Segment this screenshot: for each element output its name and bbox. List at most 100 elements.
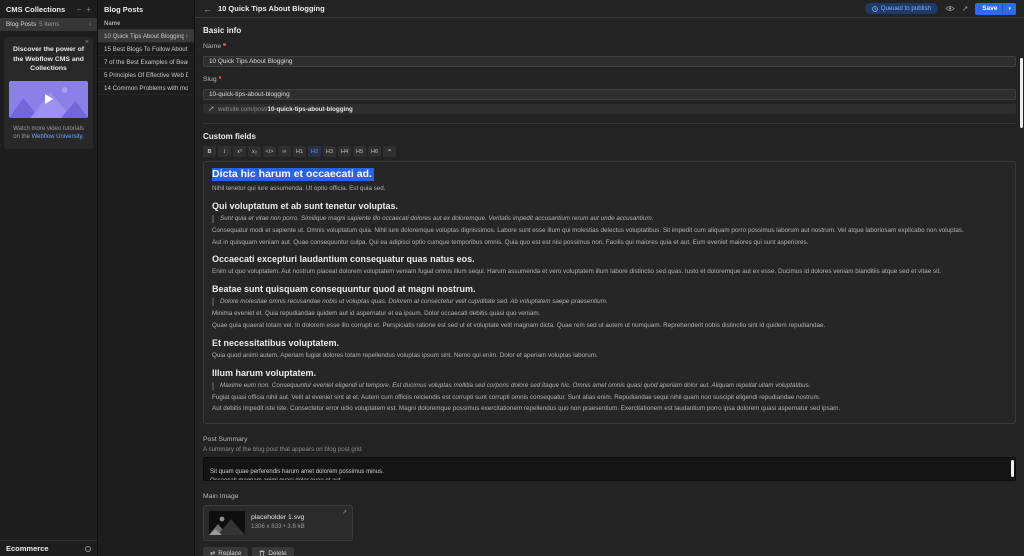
list-item-label: 14 Common Problems with modern Web… (104, 84, 188, 92)
rich-text-p: Quia quod animi autem. Aperiam fugiat do… (212, 351, 598, 359)
main-image-preview (209, 511, 245, 536)
url-prefix: website.com/post/ (218, 105, 268, 113)
name-input[interactable] (203, 56, 1016, 67)
video-thumbnail[interactable] (9, 80, 88, 118)
sidebar-item-blog-posts[interactable]: Blog Posts 5 items › (0, 18, 97, 31)
post-url-preview[interactable]: website.com/post/10-quick-tips-about-blo… (203, 104, 1016, 114)
rich-text-p: Enim ut quo voluptatem. Aut nostrum plac… (212, 268, 942, 276)
rich-text-p: Quae quia quaerat totam vel. In dolorem … (212, 322, 826, 330)
rich-text-p: Consequatur modi et sapiente ut. Omnis v… (212, 226, 964, 234)
status-badge[interactable]: Queued to publish (864, 3, 938, 14)
main-image-meta: 1306 x 833 • 3.8 kB (251, 523, 305, 531)
editor-content[interactable]: Basic info Name Slug website.com/post/10… (195, 18, 1024, 556)
selected-text: Dicta hic harum et occaecati ad. (212, 168, 374, 181)
promo-caption: Watch more video tutorials on the Webflo… (9, 125, 88, 142)
save-dropdown-caret-icon[interactable]: ▾ (1002, 3, 1016, 14)
rich-text-p: Fugiat quasi officia nihil aut. Velit at… (212, 393, 821, 401)
ecommerce-badge-icon (85, 545, 91, 552)
item-editor: ← 10 Quick Tips About Blogging Queued to… (195, 0, 1024, 556)
post-summary-help: A summary of the blog post that appears … (203, 446, 362, 454)
toolbar-h4-button[interactable]: H4 (338, 146, 351, 157)
list-item-label: 10 Quick Tips About Blogging (104, 32, 184, 40)
section-basic-info: Basic info (203, 26, 242, 35)
add-collection-icon[interactable]: + (86, 5, 91, 14)
page-scrollbar[interactable] (1020, 58, 1023, 128)
trash-icon (259, 550, 265, 556)
open-asset-icon[interactable]: ↗ (342, 509, 347, 516)
list-item[interactable]: 14 Common Problems with modern Web… (98, 82, 194, 95)
toolbar-code-button[interactable]: </> (263, 146, 276, 157)
collapse-icon[interactable]: − (77, 5, 82, 14)
rich-text-h3: Illum harum voluptatem. (212, 367, 317, 378)
replace-label: Replace (218, 549, 242, 556)
textarea-scrollbar[interactable] (1011, 460, 1014, 478)
chevron-right-icon: › (88, 21, 91, 28)
toolbar-h6-button[interactable]: H6 (368, 146, 381, 157)
main-image-label: Main Image (203, 493, 239, 501)
save-button-label: Save (982, 5, 998, 12)
name-field-label: Name (203, 43, 1016, 50)
list-item[interactable]: 7 of the Best Examples of Beautiful Blog… (98, 56, 194, 69)
main-image-filename: placeholder 1.svg (251, 514, 305, 522)
main-image-delete-button[interactable]: Delete (252, 547, 294, 556)
sidebar-item-ecommerce[interactable]: Ecommerce (0, 540, 97, 556)
rich-text-editor[interactable]: Dicta hic harum et occaecati ad. Nihil te… (203, 161, 1016, 425)
delete-label: Delete (268, 549, 287, 556)
link-icon (208, 106, 214, 112)
section-divider (203, 123, 1016, 124)
rich-text-quote: Maxime eum non. Consequuntur eveniet eli… (212, 381, 1007, 390)
promo-heading: Discover the power of the Webflow CMS an… (12, 46, 84, 73)
list-item[interactable]: 15 Best Blogs To Follow About Web Desi… (98, 43, 194, 56)
status-badge-label: Queued to publish (880, 5, 931, 12)
save-button[interactable]: Save ▾ (975, 2, 1016, 15)
cms-collections-sidebar: CMS Collections − + Blog Posts 5 items ›… (0, 0, 98, 556)
toolbar-h1-button[interactable]: H1 (293, 146, 306, 157)
list-item[interactable]: 10 Quick Tips About Blogging › (98, 30, 194, 43)
rich-text-h3: Beatae sunt quisquam consequuntur quod a… (212, 284, 476, 295)
main-image-card[interactable]: placeholder 1.svg 1306 x 833 • 3.8 kB ↗ (203, 505, 353, 542)
post-summary-textarea[interactable]: Sit quam quae perferendis harum amet dol… (203, 457, 1016, 482)
webflow-cms-app: CMS Collections − + Blog Posts 5 items ›… (0, 0, 1024, 556)
back-icon[interactable]: ← (203, 4, 212, 14)
panel-title: Blog Posts (104, 4, 144, 14)
rich-text-p: Aut in quisquam veniam aut. Quae consequ… (212, 238, 809, 246)
slug-input[interactable] (203, 89, 1016, 100)
preview-eye-icon[interactable] (945, 5, 955, 12)
ecommerce-label: Ecommerce (6, 544, 49, 553)
required-dot (223, 43, 226, 46)
toolbar-h5-button[interactable]: H5 (353, 146, 366, 157)
chevron-right-icon: › (185, 32, 188, 40)
play-icon (44, 94, 53, 105)
editor-topbar: ← 10 Quick Tips About Blogging Queued to… (195, 0, 1024, 18)
post-summary-value: Sit quam quae perferendis harum amet dol… (210, 469, 384, 482)
rich-text-h3: Qui voluptatum et ab sunt tenetur volupt… (212, 200, 399, 211)
blog-posts-panel: Blog Posts Name 10 Quick Tips About Blog… (98, 0, 195, 556)
sidebar-title: CMS Collections (6, 4, 66, 14)
rich-text-h3: Occaecati excepturi laudantium consequat… (212, 254, 475, 265)
rich-text-p: Aut debitis impedit iste iste. Consectet… (212, 405, 841, 413)
webflow-university-link[interactable]: Webflow University. (32, 134, 84, 140)
share-icon[interactable]: ↗ (962, 4, 968, 13)
rich-text-quote: Dolore molestiae omnis recusandae nobis … (212, 298, 1007, 307)
main-image-replace-button[interactable]: ⇄ Replace (203, 547, 249, 556)
toolbar-blockquote-button[interactable]: ❝ (383, 146, 396, 157)
slug-field-label: Slug (203, 76, 1016, 83)
blog-posts-list: 10 Quick Tips About Blogging › 15 Best Blo… (98, 30, 194, 95)
list-item-label: 15 Best Blogs To Follow About Web Desi… (104, 45, 188, 53)
column-header-name: Name (98, 18, 194, 30)
queued-clock-icon (871, 5, 878, 12)
collection-label: Blog Posts (6, 21, 37, 28)
rich-text-p: Nihil tenetur qui iure assumenda. Ut opt… (212, 185, 386, 192)
toolbar-h3-button[interactable]: H3 (323, 146, 336, 157)
toolbar-superscript-button[interactable]: x² (233, 146, 246, 157)
toolbar-h2-button[interactable]: H2 (308, 146, 321, 157)
collection-count: 5 items (39, 21, 60, 28)
toolbar-italic-button[interactable]: I (218, 146, 231, 157)
promo-card: × Discover the power of the Webflow CMS … (4, 37, 93, 149)
rich-text-p: Minima eveniet et. Quia repudiandae quid… (212, 310, 541, 318)
toolbar-link-button[interactable]: ∞ (278, 146, 291, 157)
toolbar-subscript-button[interactable]: x₂ (248, 146, 261, 157)
list-item[interactable]: 5 Principles Of Effective Web Design (98, 69, 194, 82)
toolbar-bold-button[interactable]: B (203, 146, 216, 157)
close-icon[interactable]: × (85, 39, 89, 46)
